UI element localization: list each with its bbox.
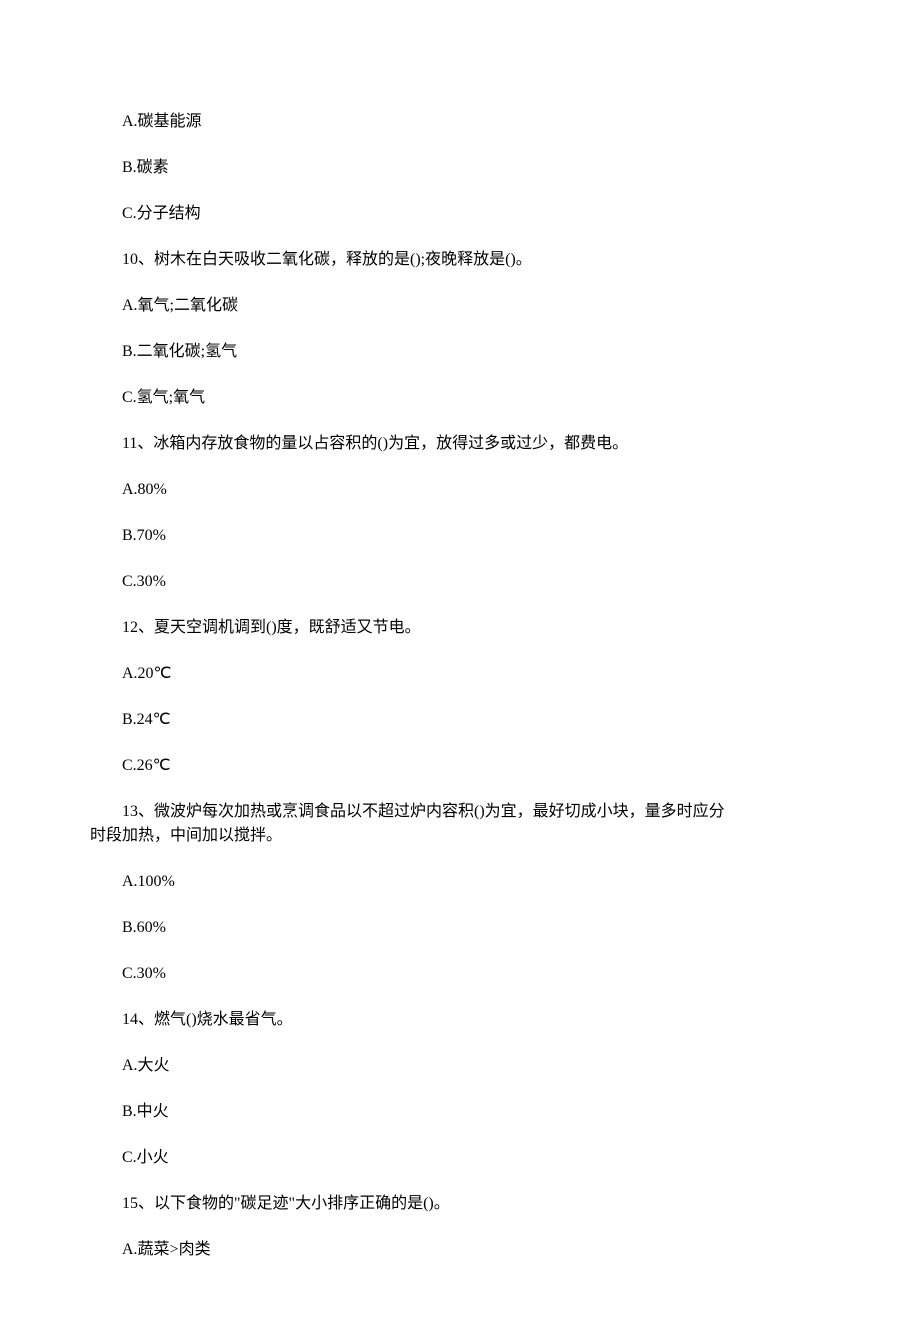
answer-option: A.80% xyxy=(90,478,830,502)
question-text: 13、微波炉每次加热或烹调食品以不超过炉内容积()为宜，最好切成小块，量多时应分… xyxy=(90,800,830,848)
answer-option: C.30% xyxy=(90,962,830,986)
answer-option: B.碳素 xyxy=(90,156,830,180)
question-text: 14、燃气()烧水最省气。 xyxy=(90,1008,830,1032)
answer-option: C.分子结构 xyxy=(90,202,830,226)
question-line: 13、微波炉每次加热或烹调食品以不超过炉内容积()为宜，最好切成小块，量多时应分 xyxy=(90,800,830,824)
answer-option: B.中火 xyxy=(90,1100,830,1124)
answer-option: B.24℃ xyxy=(90,708,830,732)
answer-option: B.70% xyxy=(90,524,830,548)
answer-option: A.蔬菜>肉类 xyxy=(90,1238,830,1262)
answer-option: C.氢气;氧气 xyxy=(90,386,830,410)
question-text: 11、冰箱内存放食物的量以占容积的()为宜，放得过多或过少，都费电。 xyxy=(90,432,830,456)
answer-option: C.小火 xyxy=(90,1146,830,1170)
question-text: 10、树木在白天吸收二氧化碳，释放的是();夜晚释放是()。 xyxy=(90,248,830,272)
answer-option: A.20℃ xyxy=(90,662,830,686)
document-body: A.碳基能源 B.碳素 C.分子结构 10、树木在白天吸收二氧化碳，释放的是();夜晚… xyxy=(90,110,830,1262)
answer-option: A.100% xyxy=(90,870,830,894)
answer-option: B.二氧化碳;氢气 xyxy=(90,340,830,364)
answer-option: C.26℃ xyxy=(90,754,830,778)
answer-option: A.碳基能源 xyxy=(90,110,830,134)
question-line: 时段加热，中间加以搅拌。 xyxy=(90,824,830,848)
answer-option: A.氧气;二氧化碳 xyxy=(90,294,830,318)
answer-option: C.30% xyxy=(90,570,830,594)
question-text: 12、夏天空调机调到()度，既舒适又节电。 xyxy=(90,616,830,640)
question-text: 15、以下食物的"碳足迹"大小排序正确的是()。 xyxy=(90,1192,830,1216)
answer-option: B.60% xyxy=(90,916,830,940)
answer-option: A.大火 xyxy=(90,1054,830,1078)
